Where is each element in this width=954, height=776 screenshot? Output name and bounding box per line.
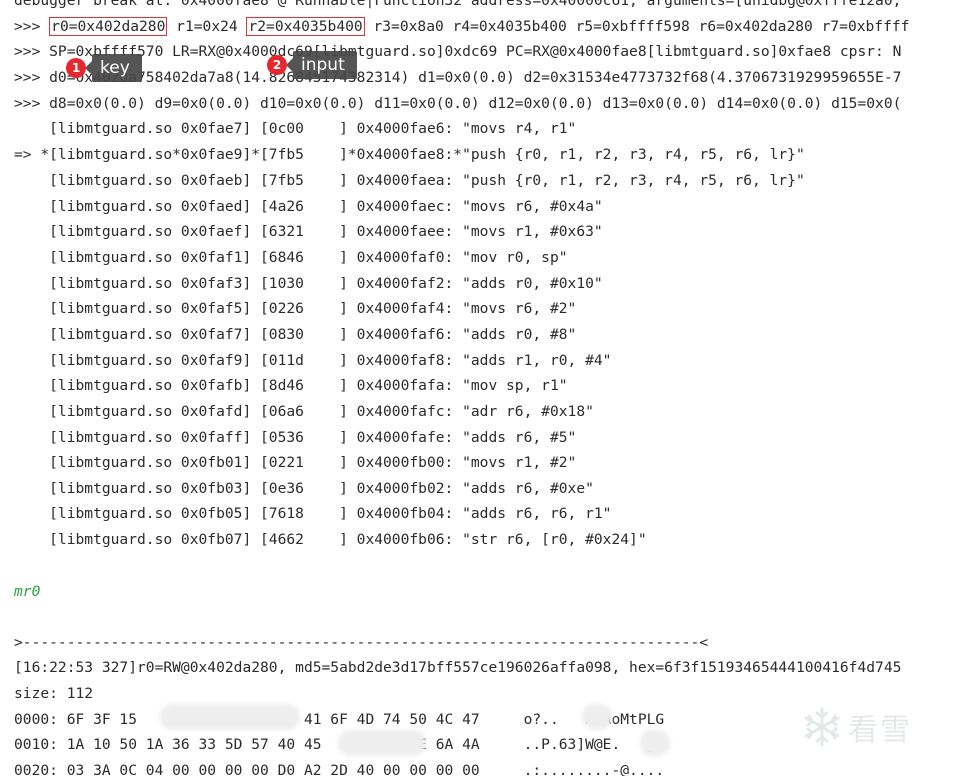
callout-label: key (85, 54, 142, 82)
asm-line: [libmtguard.so 0x0fb07] [4662 ] 0x4000fb… (14, 531, 647, 548)
register-r2-highlight: r2=0x4035b400 (246, 17, 365, 36)
callout-label: input (286, 51, 357, 79)
debugger-break-line: debugger break at: 0x4000fae8 @ Runnable… (14, 0, 902, 9)
snowflake-icon (804, 707, 840, 747)
memory-size: size: 112 (14, 685, 94, 702)
asm-line: [libmtguard.so 0x0fb05] [7618 ] 0x4000fb… (14, 505, 612, 522)
asm-line: [libmtguard.so 0x0faf1] [6846 ] 0x4000fa… (14, 249, 568, 266)
hex-row: 0000: 6F 3F 15 0 41 6F 4D 74 50 4C 47 o?… (14, 711, 665, 728)
kanxue-watermark: 看雪 (800, 705, 912, 749)
asm-line: [libmtguard.so 0x0faed] [4a26 ] 0x4000fa… (14, 198, 603, 215)
callout-number-badge: 2 (267, 55, 287, 75)
asm-line: [libmtguard.so 0x0fafd] [06a6 ] 0x4000fa… (14, 403, 594, 420)
debugger-console: debugger break at: 0x4000fae8 @ Runnable… (0, 0, 954, 776)
sp-lr-pc-line: >>> SP=0xbffff570 LR=RX@0x4000dc69[libmt… (14, 43, 902, 60)
registers-rest: r3=0x8a0 r4=0x4035b400 r5=0xbffff598 r6=… (364, 18, 910, 35)
d-registers-line-1: >>> d0=0x402da758402da7a8(14.82684517438… (14, 69, 902, 86)
typed-command: mr0 (14, 583, 41, 600)
asm-line: [libmtguard.so 0x0faef] [6321 ] 0x4000fa… (14, 223, 603, 240)
asm-line: [libmtguard.so 0x0faff] [0536 ] 0x4000fa… (14, 429, 577, 446)
register-r0-highlight: r0=0x402da280 (49, 17, 168, 36)
callout-number-badge: 1 (66, 58, 86, 78)
asm-line-current: => *[libmtguard.so*0x0fae9]*[7fb5 ]*0x40… (14, 146, 805, 163)
asm-line: [libmtguard.so 0x0faf5] [0226 ] 0x4000fa… (14, 300, 577, 317)
separator-line: >---------------------------------------… (14, 634, 709, 651)
asm-line: [libmtguard.so 0x0faeb] [7fb5 ] 0x4000fa… (14, 172, 805, 189)
asm-line: [libmtguard.so 0x0faf3] [1030 ] 0x4000fa… (14, 275, 603, 292)
redaction-blur (338, 730, 426, 756)
asm-line: [libmtguard.so 0x0faf7] [0830 ] 0x4000fa… (14, 326, 577, 343)
redaction-blur (640, 730, 670, 756)
registers-line: >>> r0=0x402da280 r1=0x24 r2=0x4035b400 … (14, 15, 909, 39)
d-registers-line-2: >>> d8=0x0(0.0) d9=0x0(0.0) d10=0x0(0.0)… (14, 95, 902, 112)
register-r1: r1=0x24 (167, 18, 247, 35)
callout-key: 1 key (66, 54, 142, 82)
asm-line: [libmtguard.so 0x0faf9] [011d ] 0x4000fa… (14, 352, 612, 369)
registers-prompt: >>> (14, 18, 50, 35)
hex-row: 0020: 03 3A 0C 04 00 00 00 00 D0 A2 2D 4… (14, 762, 665, 776)
asm-line: [libmtguard.so 0x0fae7] [0c00 ] 0x4000fa… (14, 120, 577, 137)
memory-dump-header: [16:22:53 327]r0=RW@0x402da280, md5=5abd… (14, 659, 902, 676)
asm-line: [libmtguard.so 0x0fb03] [0e36 ] 0x4000fb… (14, 480, 594, 497)
watermark-text: 看雪 (848, 713, 912, 748)
asm-line: [libmtguard.so 0x0fafb] [8d46 ] 0x4000fa… (14, 377, 568, 394)
asm-line: [libmtguard.so 0x0fb01] [0221 ] 0x4000fb… (14, 454, 577, 471)
callout-input: 2 input (267, 51, 357, 79)
redaction-blur (160, 704, 300, 730)
redaction-blur (582, 704, 612, 730)
